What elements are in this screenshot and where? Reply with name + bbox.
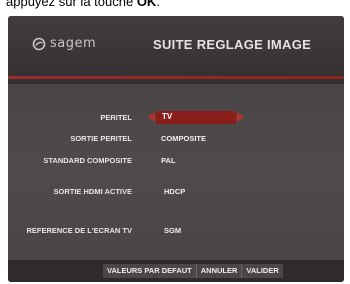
setting-label: STANDARD COMPOSITE [43, 156, 132, 165]
brand-name: sagem [50, 36, 97, 51]
default-values-button[interactable]: VALEURS PAR DEFAUT [103, 264, 197, 278]
header-divider [8, 76, 344, 79]
setting-label: SORTIE HDMI ACTIVE [53, 187, 132, 196]
setting-row-reference-ecran[interactable]: REFERENCE DE L'ECRAN TV SGM [8, 226, 344, 240]
setting-row-sortie-hdmi[interactable]: SORTIE HDMI ACTIVE HDCP [8, 187, 344, 201]
instruction-caption: appuyez sur la touche OK. [0, 0, 350, 10]
arrow-right-icon[interactable] [237, 112, 244, 122]
setting-value: HDCP [164, 187, 186, 196]
setting-label: REFERENCE DE L'ECRAN TV [26, 226, 132, 235]
setting-value: TV [162, 112, 173, 121]
footer-button-bar: VALEURS PAR DEFAUT ANNULER VALIDER [103, 264, 283, 278]
setting-row-sortie-peritel[interactable]: SORTIE PERITEL COMPOSITE [8, 134, 344, 148]
setting-value: SGM [164, 226, 182, 235]
setting-row-peritel[interactable]: PERITEL TV [8, 111, 344, 127]
settings-panel: PERITEL TV SORTIE PERITEL COMPOSITE STAN… [8, 84, 344, 260]
arrow-left-icon[interactable] [148, 112, 155, 122]
caption-key: OK [136, 0, 157, 9]
menu-title: SUITE REGLAGE IMAGE [153, 37, 312, 52]
setting-value: PAL [161, 156, 176, 165]
validate-button[interactable]: VALIDER [242, 264, 283, 278]
setting-value: COMPOSITE [161, 134, 207, 143]
tv-screen: sagem SUITE REGLAGE IMAGE PERITEL TV SOR… [8, 16, 344, 282]
sagem-logo-icon [32, 37, 46, 50]
setting-label: PERITEL [100, 113, 132, 122]
brand-logo: sagem [32, 36, 96, 51]
caption-text-before: appuyez sur la touche [6, 0, 137, 9]
setting-row-standard-composite[interactable]: STANDARD COMPOSITE PAL [8, 156, 344, 170]
caption-text-after: . [156, 0, 160, 9]
cancel-button[interactable]: ANNULER [196, 264, 243, 278]
menu-footer: VALEURS PAR DEFAUT ANNULER VALIDER [8, 260, 344, 282]
menu-header: sagem SUITE REGLAGE IMAGE [8, 16, 344, 84]
peritel-selector[interactable]: TV [148, 111, 244, 124]
setting-label: SORTIE PERITEL [70, 134, 132, 143]
